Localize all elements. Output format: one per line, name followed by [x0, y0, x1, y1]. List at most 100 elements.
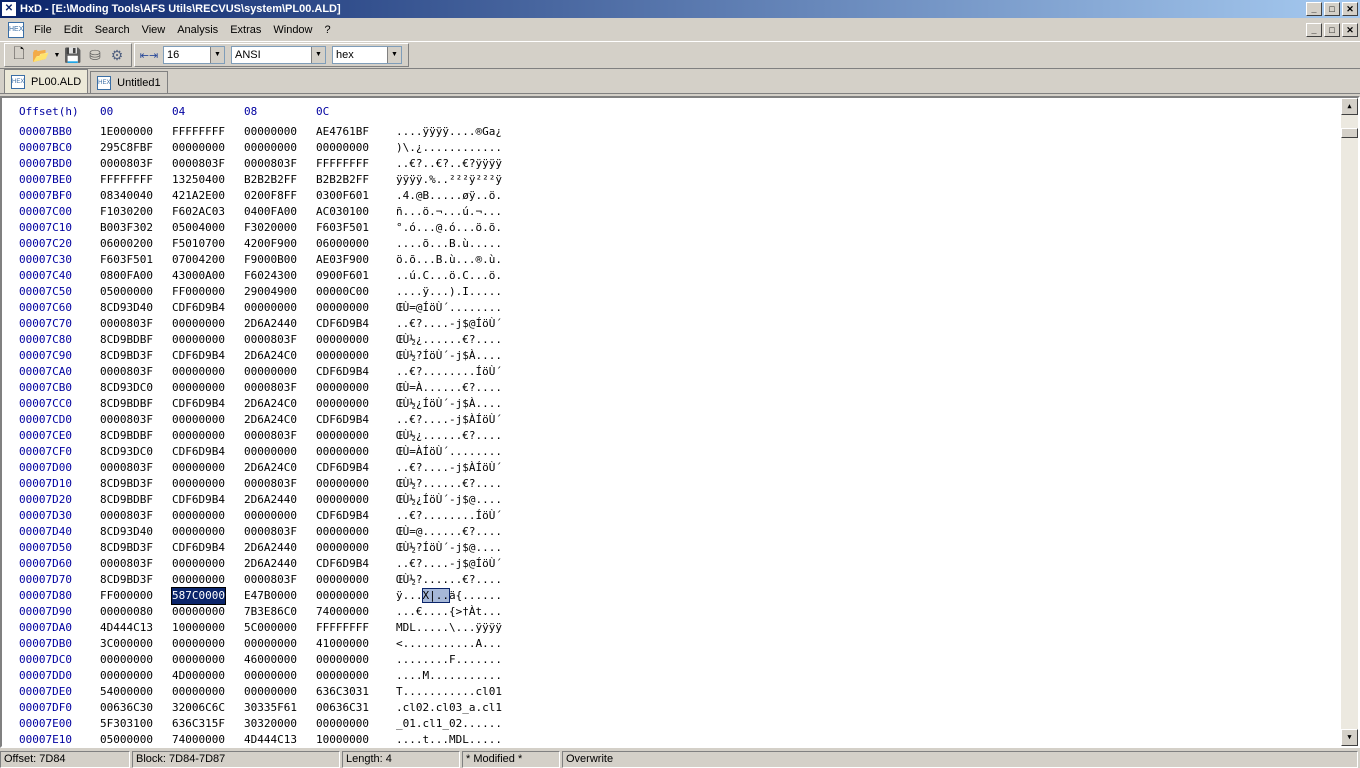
hex-cell[interactable]: CDF6D9B4 — [172, 348, 225, 364]
hex-cell[interactable]: 13250400 — [172, 172, 225, 188]
hex-cell[interactable]: 0900F601 — [316, 268, 369, 284]
hex-cell[interactable]: 4D444C13 — [244, 732, 297, 746]
hex-cell[interactable]: 00000000 — [316, 524, 369, 540]
hex-cell[interactable]: FFFFFFFF — [100, 172, 153, 188]
hex-cell[interactable]: B003F302 — [100, 220, 153, 236]
ascii-cell[interactable]: ..€?........ÍöÙ´ — [396, 508, 502, 524]
hex-cell[interactable]: 54000000 — [100, 684, 153, 700]
hex-cell[interactable]: 00000000 — [244, 140, 297, 156]
hex-cell[interactable]: 00000000 — [172, 476, 225, 492]
hex-cell[interactable]: 00000000 — [316, 300, 369, 316]
menu-search[interactable]: Search — [89, 20, 136, 40]
hxd-app-icon[interactable]: ✕ — [2, 2, 16, 16]
hex-cell[interactable]: 00636C31 — [316, 700, 369, 716]
hex-cell[interactable]: FF000000 — [172, 284, 225, 300]
hex-cell[interactable]: 8CD93DC0 — [100, 444, 153, 460]
hex-cell[interactable]: 00000000 — [316, 668, 369, 684]
hex-cell[interactable]: 8CD9BDBF — [100, 492, 153, 508]
hex-cell[interactable]: 00000000 — [316, 476, 369, 492]
hex-cell[interactable]: 0000803F — [244, 156, 297, 172]
hex-cell[interactable]: 00000000 — [316, 716, 369, 732]
hex-cell[interactable]: 00000000 — [172, 364, 225, 380]
ascii-cell[interactable]: ....õ...B.ù..... — [396, 236, 502, 252]
hex-cell[interactable]: 0000803F — [244, 332, 297, 348]
hex-cell[interactable]: CDF6D9B4 — [316, 556, 369, 572]
bytes-per-row-select[interactable]: 16 ▼ — [163, 46, 225, 64]
hex-cell[interactable]: 00000000 — [172, 508, 225, 524]
hex-cell[interactable]: 8CD9BDBF — [100, 396, 153, 412]
close-button[interactable]: ✕ — [1342, 2, 1358, 16]
ascii-cell[interactable]: ..€?....-j$ÀÍöÙ´ — [396, 412, 502, 428]
hex-cell[interactable]: 00000000 — [316, 588, 369, 604]
hex-cell[interactable]: 00000000 — [244, 636, 297, 652]
hex-cell[interactable]: 0000803F — [244, 476, 297, 492]
hex-cell[interactable]: FFFFFFFF — [316, 620, 369, 636]
hex-cell[interactable]: 2D6A2440 — [244, 540, 297, 556]
hex-cell[interactable]: 00000000 — [244, 300, 297, 316]
hex-cell[interactable]: B2B2B2FF — [316, 172, 369, 188]
hex-cell[interactable]: F1030200 — [100, 204, 153, 220]
ascii-cell[interactable]: ÿ...X|..ä{...... — [396, 588, 502, 604]
hex-cell[interactable]: CDF6D9B4 — [172, 444, 225, 460]
hex-cell[interactable]: 5C000000 — [244, 620, 297, 636]
hex-cell[interactable]: 00000000 — [244, 668, 297, 684]
hex-cell[interactable]: CDF6D9B4 — [316, 316, 369, 332]
doc-close-button[interactable]: ✕ — [1342, 23, 1358, 37]
hex-cell[interactable]: 0000803F — [100, 316, 153, 332]
hex-cell[interactable]: 43000A00 — [172, 268, 225, 284]
ascii-cell[interactable]: ŒÙ½?......€?.... — [396, 572, 502, 588]
ascii-cell[interactable]: .4.@B.....øÿ..ö. — [396, 188, 502, 204]
ascii-cell[interactable]: ....t...MDL..... — [396, 732, 502, 746]
hex-cell[interactable]: 3C000000 — [100, 636, 153, 652]
hex-cell[interactable]: 00000000 — [100, 668, 153, 684]
ascii-cell[interactable]: _01.cl1_02...... — [396, 716, 502, 732]
ascii-cell[interactable]: °.ó...@.ó...ö.õ. — [396, 220, 502, 236]
open-dropdown-icon[interactable]: ▼ — [52, 44, 62, 66]
hex-cell[interactable]: 00000000 — [316, 428, 369, 444]
hex-cell[interactable]: 8CD9BD3F — [100, 572, 153, 588]
hex-cell[interactable]: 00000000 — [172, 572, 225, 588]
hex-cell[interactable]: 00000000 — [100, 652, 153, 668]
hex-cell[interactable]: 10000000 — [172, 620, 225, 636]
hex-cell[interactable]: 0000803F — [100, 156, 153, 172]
hex-cell[interactable]: 00000000 — [316, 380, 369, 396]
ascii-cell[interactable]: ÿÿÿÿ.%..²²²ÿ²²²ÿ — [396, 172, 502, 188]
ascii-cell[interactable]: .cl02.cl03_a.cl1 — [396, 700, 502, 716]
hex-cell[interactable]: 00000000 — [316, 348, 369, 364]
scrollbar-thumb[interactable] — [1341, 128, 1358, 138]
hex-cell[interactable]: 8CD9BDBF — [100, 332, 153, 348]
hex-cell[interactable]: 636C3031 — [316, 684, 369, 700]
hex-cell[interactable]: 2D6A24C0 — [244, 396, 297, 412]
ascii-cell[interactable]: ....ÿ...).I..... — [396, 284, 502, 300]
hex-cell[interactable]: 2D6A24C0 — [244, 460, 297, 476]
vertical-scrollbar[interactable]: ▲ ▼ — [1341, 98, 1358, 746]
hex-cell[interactable]: F3020000 — [244, 220, 297, 236]
hex-cell[interactable]: 00000000 — [172, 636, 225, 652]
hex-cell[interactable]: 32006C6C — [172, 700, 225, 716]
hex-editor[interactable]: Offset(h) 00 04 08 0C 00007BB0 1E000000 FF… — [0, 96, 1360, 748]
ascii-cell[interactable]: ŒÙ½¿......€?.... — [396, 428, 502, 444]
hex-cell[interactable]: 1E000000 — [100, 124, 153, 140]
hex-cell[interactable]: F603F501 — [100, 252, 153, 268]
hex-cell[interactable]: F9000B00 — [244, 252, 297, 268]
hex-cell[interactable]: 2D6A2440 — [244, 316, 297, 332]
hex-cell[interactable]: CDF6D9B4 — [316, 508, 369, 524]
hex-cell[interactable]: 00000000 — [244, 684, 297, 700]
hex-cell[interactable]: 0000803F — [100, 460, 153, 476]
hex-cell[interactable]: 0000803F — [244, 428, 297, 444]
hex-cell[interactable]: 4D000000 — [172, 668, 225, 684]
hex-cell[interactable]: 5F303100 — [100, 716, 153, 732]
hex-cell[interactable]: 0000803F — [172, 156, 225, 172]
ascii-cell[interactable]: T...........cl01 — [396, 684, 502, 700]
menu-view[interactable]: View — [136, 20, 172, 40]
menu-extras[interactable]: Extras — [224, 20, 267, 40]
hex-cell[interactable]: 00000000 — [244, 124, 297, 140]
charset-select[interactable]: ANSI ▼ — [231, 46, 326, 64]
selected-hex-cell[interactable]: 587C0000 — [171, 587, 226, 605]
hex-cell[interactable]: 0200F8FF — [244, 188, 297, 204]
ascii-cell[interactable]: ŒÙ½¿......€?.... — [396, 332, 502, 348]
chevron-down-icon[interactable]: ▼ — [387, 47, 401, 63]
hex-cell[interactable]: 00000000 — [172, 460, 225, 476]
hex-cell[interactable]: 05004000 — [172, 220, 225, 236]
hex-cell[interactable]: F5010700 — [172, 236, 225, 252]
